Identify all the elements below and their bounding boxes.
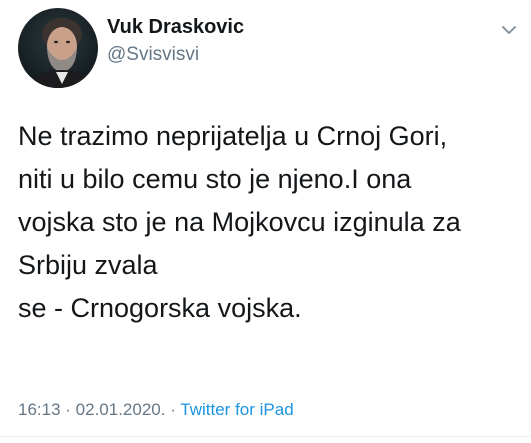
tweet-text: Ne trazimo neprijatelja u Crnoj Gori, ni… <box>18 121 461 323</box>
divider <box>0 436 531 437</box>
author-display-name[interactable]: Vuk Draskovic <box>107 16 244 39</box>
tweet-meta: 16:13 · 02.01.2020. · Twitter for iPad <box>18 400 294 420</box>
tweet-time[interactable]: 16:13 <box>18 400 61 419</box>
meta-separator: · <box>60 400 76 419</box>
tweet-date[interactable]: 02.01.2020. <box>76 400 166 419</box>
chevron-down-icon[interactable] <box>499 20 519 40</box>
tweet-card: Vuk Draskovic @Svisvisvi Ne trazimo nepr… <box>0 0 531 443</box>
author-handle[interactable]: @Svisvisvi <box>107 44 199 66</box>
meta-separator: · <box>165 400 181 419</box>
avatar[interactable] <box>18 8 98 88</box>
tweet-source-link[interactable]: Twitter for iPad <box>180 400 293 419</box>
avatar-image <box>18 8 98 88</box>
